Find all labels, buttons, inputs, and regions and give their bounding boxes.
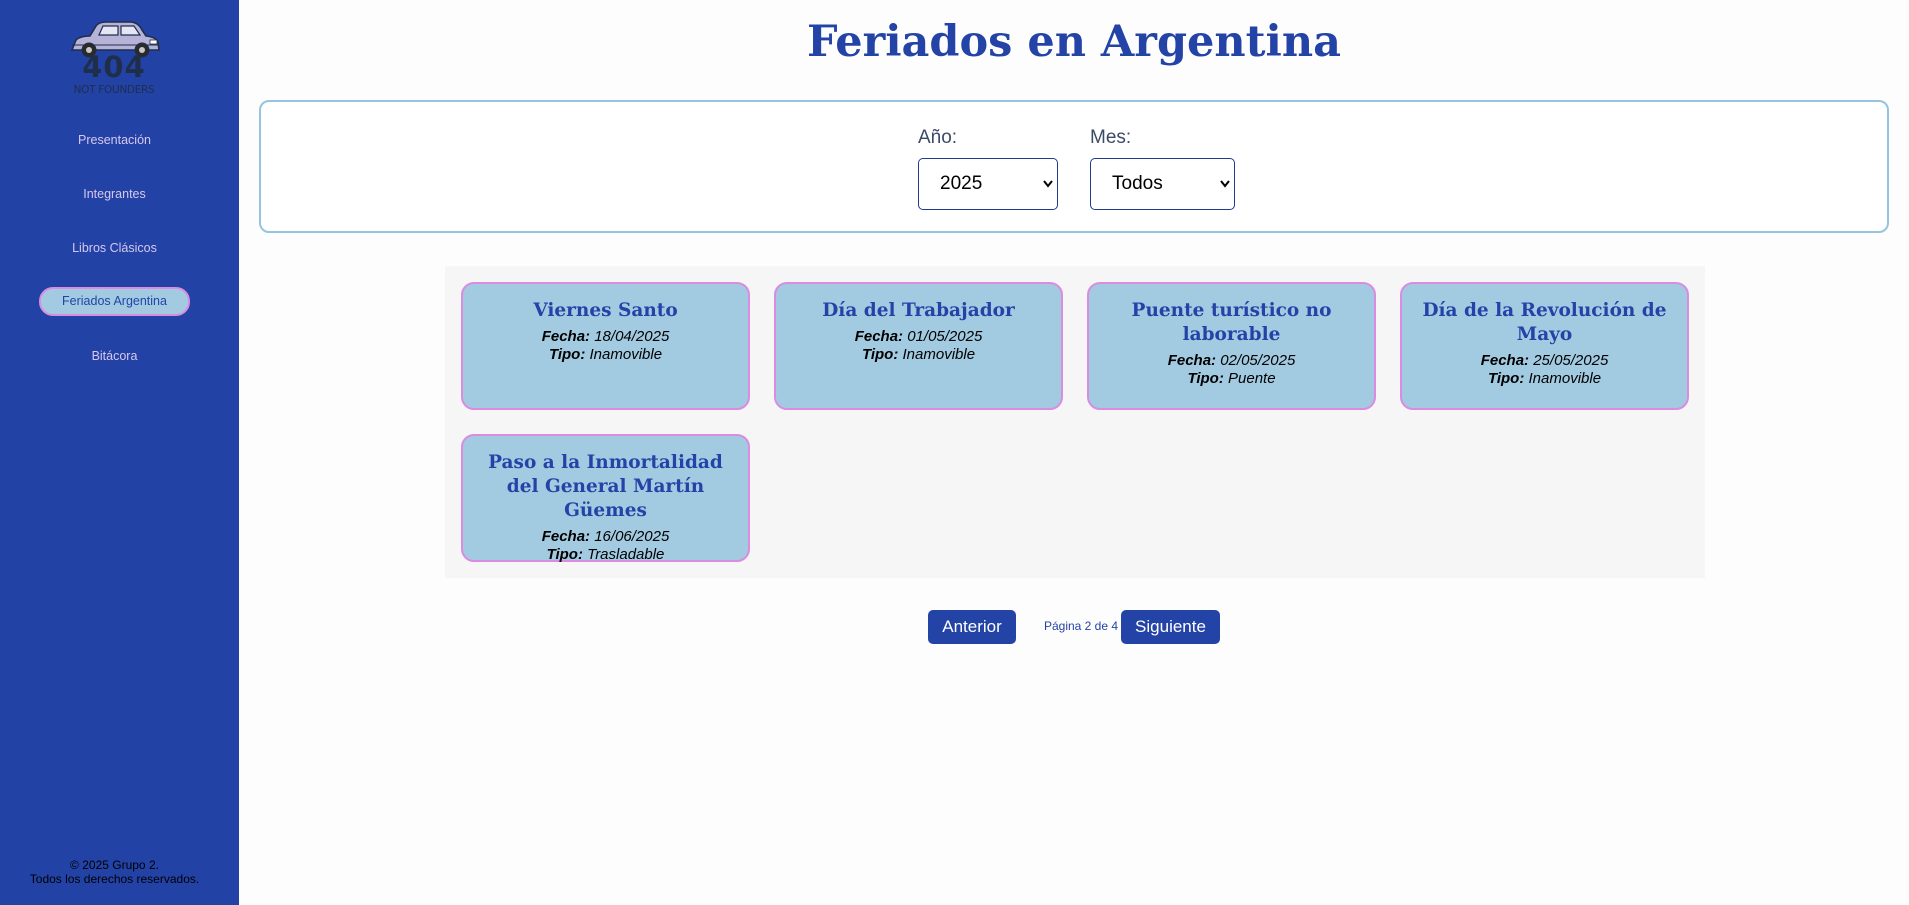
holiday-card[interactable]: Día de la Revolución de Mayo Fecha: 25/0… [1400, 282, 1689, 410]
logo-text: 404 [82, 50, 146, 84]
holiday-grid: Viernes Santo Fecha: 18/04/2025 Tipo: In… [445, 266, 1705, 578]
filter-panel: Año: 2025 Mes: Todos [259, 100, 1889, 233]
sidebar-item-feriados-argentina[interactable]: Feriados Argentina [39, 287, 190, 316]
footer-copyright: © 2025 Grupo 2. [70, 858, 159, 872]
chevron-down-icon [1043, 180, 1053, 188]
page-title: Feriados en Argentina [807, 17, 1341, 67]
holiday-type: Tipo: Inamovible [1487, 370, 1602, 387]
holiday-card[interactable]: Puente turístico no laborable Fecha: 02/… [1087, 282, 1376, 410]
holiday-date: Fecha: 02/05/2025 [1167, 352, 1296, 369]
month-label: Mes: [1090, 127, 1132, 148]
month-select-value: Todos [1112, 173, 1163, 194]
chevron-down-icon [1220, 180, 1230, 188]
month-select[interactable]: Todos [1090, 158, 1235, 210]
year-label: Año: [918, 127, 958, 148]
holiday-type: Tipo: Inamovible [861, 346, 976, 363]
holiday-date: Fecha: 16/06/2025 [541, 528, 670, 545]
holiday-date: Fecha: 25/05/2025 [1480, 352, 1609, 369]
logo-subtext: NOT FOUNDERS [73, 84, 155, 96]
logo[interactable]: 404 NOT FOUNDERS [66, 16, 162, 100]
year-select[interactable]: 2025 [918, 158, 1058, 210]
sidebar-item-integrantes[interactable]: Integrantes [0, 186, 229, 202]
holiday-title: Día de la Revolución de Mayo [1422, 300, 1667, 345]
holiday-date: Fecha: 01/05/2025 [854, 328, 983, 345]
sidebar-item-bitacora[interactable]: Bitácora [0, 348, 229, 364]
holiday-card[interactable]: Viernes Santo Fecha: 18/04/2025 Tipo: In… [461, 282, 750, 410]
year-select-value: 2025 [940, 173, 983, 194]
holiday-type: Tipo: Puente [1187, 370, 1276, 387]
holiday-card[interactable]: Paso a la Inmortalidad del General Martí… [461, 434, 750, 563]
footer-rights: Todos los derechos reservados. [29, 872, 200, 886]
previous-page-button[interactable]: Anterior [928, 610, 1016, 644]
holiday-title: Paso a la Inmortalidad del General Martí… [488, 452, 723, 521]
sidebar-item-presentacion[interactable]: Presentación [0, 132, 229, 148]
holiday-date: Fecha: 18/04/2025 [541, 328, 670, 345]
holiday-title: Viernes Santo [533, 300, 678, 321]
holiday-type: Tipo: Trasladable [546, 546, 665, 563]
sidebar: 404 NOT FOUNDERS Presentación Integrante… [0, 0, 239, 905]
holiday-card[interactable]: Día del Trabajador Fecha: 01/05/2025 Tip… [774, 282, 1063, 410]
sidebar-item-libros-clasicos[interactable]: Libros Clásicos [0, 240, 229, 256]
page-indicator: Página 2 de 4 [1043, 619, 1119, 633]
holiday-type: Tipo: Inamovible [548, 346, 663, 363]
holiday-title: Día del Trabajador [822, 300, 1015, 321]
next-page-button[interactable]: Siguiente [1121, 610, 1220, 644]
holiday-title: Puente turístico no laborable [1131, 300, 1332, 345]
